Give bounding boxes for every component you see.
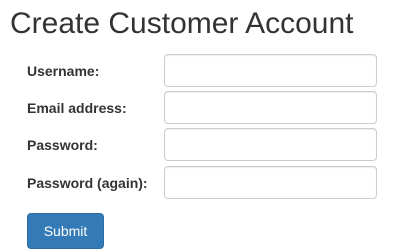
password-again-row: Password (again): bbox=[0, 165, 398, 201]
password-row: Password: bbox=[0, 127, 398, 163]
email-row: Email address: bbox=[0, 90, 398, 126]
password-input[interactable] bbox=[164, 128, 377, 161]
password-again-label: Password (again): bbox=[27, 175, 148, 191]
username-label: Username: bbox=[27, 63, 100, 79]
username-row: Username: bbox=[0, 53, 398, 89]
submit-button[interactable]: Submit bbox=[27, 213, 104, 249]
email-label: Email address: bbox=[27, 100, 127, 116]
password-again-input[interactable] bbox=[164, 166, 377, 199]
email-input[interactable] bbox=[164, 91, 377, 124]
page-title: Create Customer Account bbox=[10, 7, 354, 40]
password-label: Password: bbox=[27, 137, 98, 153]
username-input[interactable] bbox=[164, 54, 377, 87]
